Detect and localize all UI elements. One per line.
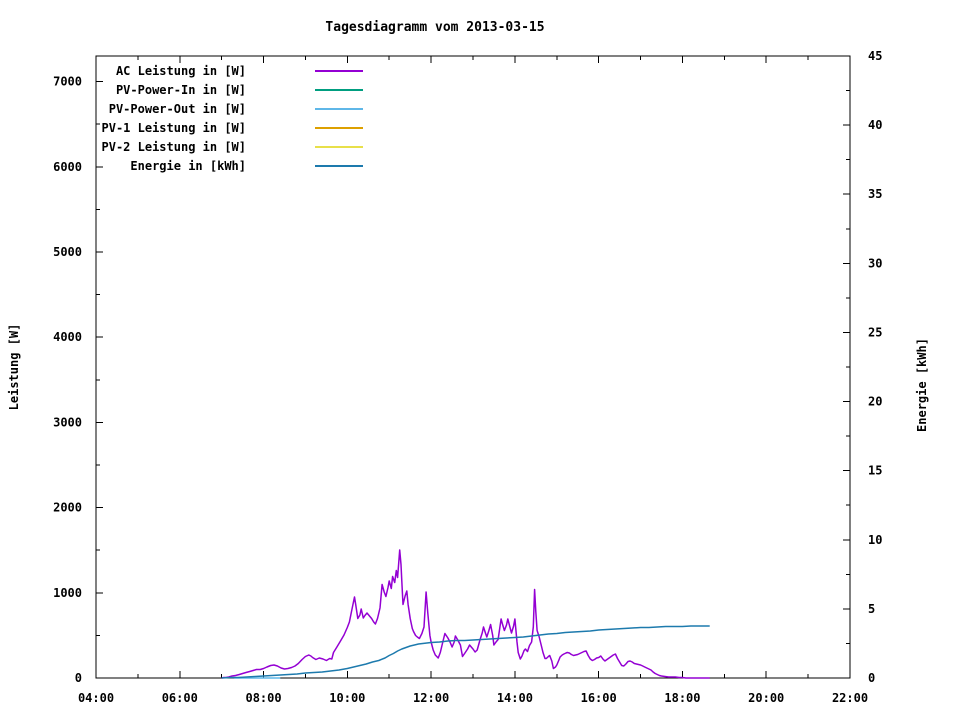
x-tick-label: 16:00 (581, 691, 617, 705)
legend-item: PV-Power-Out in [W] (16, 99, 363, 118)
legend-line-swatch (315, 126, 363, 129)
left-tick-label: 3000 (53, 415, 82, 429)
x-tick-label: 04:00 (78, 691, 114, 705)
right-tick-label: 20 (868, 395, 882, 409)
series-ac-leistung-in-w- (221, 549, 710, 679)
left-tick-label: 2000 (53, 501, 82, 515)
x-tick-label: 10:00 (329, 691, 365, 705)
legend-line-swatch (315, 69, 363, 72)
right-tick-label: 35 (868, 187, 882, 201)
chart-canvas: 04:00 06:00 08:00 10:00 12:00 14:00 16:00 18:00… (0, 0, 960, 720)
x-tick-label: 08:00 (245, 691, 281, 705)
right-tick-label: 25 (868, 325, 882, 339)
left-tick-label: 1000 (53, 586, 82, 600)
left-axis-label: Leistung [W] (7, 323, 21, 411)
right-tick-label: 0 (868, 671, 875, 685)
x-tick-label: 12:00 (413, 691, 449, 705)
right-tick-label: 45 (868, 49, 882, 63)
legend: AC Leistung in [W] PV-Power-In in [W] PV-P… (16, 61, 363, 175)
x-tick-label: 22:00 (832, 691, 868, 705)
chart-title: Tagesdiagramm vom 2013-03-15 (325, 20, 545, 35)
right-axis-label: Energie [kWh] (915, 338, 929, 432)
left-tick-label: 0 (75, 671, 82, 685)
left-tick-label: 5000 (53, 245, 82, 259)
legend-line-swatch (315, 164, 363, 167)
series-layer (221, 549, 710, 679)
legend-item-label: PV-2 Leistung in [W] (101, 139, 247, 154)
right-tick-label: 30 (868, 256, 882, 270)
right-tick-label: 15 (868, 464, 882, 478)
legend-item: AC Leistung in [W] (16, 61, 363, 80)
x-tick-label: 14:00 (497, 691, 533, 705)
legend-item-label: Energie in [kWh] (130, 158, 246, 173)
legend-item-label: PV-Power-In in [W] (115, 82, 246, 97)
legend-line-swatch (315, 145, 363, 148)
legend-item: PV-2 Leistung in [W] (16, 137, 363, 156)
legend-item-label: PV-Power-Out in [W] (108, 101, 246, 116)
legend-item-label: PV-1 Leistung in [W] (101, 120, 247, 135)
left-tick-label: 4000 (53, 330, 82, 344)
legend-line-swatch (315, 88, 363, 91)
x-tick-label: 20:00 (748, 691, 784, 705)
legend-item: PV-1 Leistung in [W] (16, 118, 363, 137)
x-tick-label: 18:00 (664, 691, 700, 705)
legend-item: Energie in [kWh] (16, 156, 363, 175)
right-tick-label: 40 (868, 118, 882, 132)
right-tick-label: 10 (868, 533, 882, 547)
right-tick-label: 5 (868, 602, 875, 616)
x-tick-label: 06:00 (162, 691, 198, 705)
legend-item: PV-Power-In in [W] (16, 80, 363, 99)
legend-item-label: AC Leistung in [W] (115, 63, 246, 78)
legend-line-swatch (315, 107, 363, 110)
